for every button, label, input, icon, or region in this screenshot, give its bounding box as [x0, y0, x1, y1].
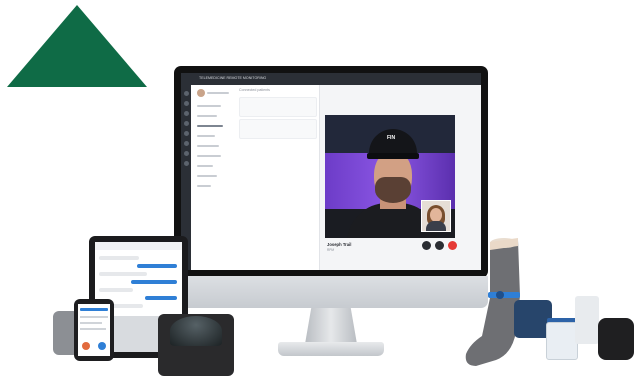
telemedicine-app-window: TELEMEDICINE REMOTE MONITORING Connected… [181, 73, 481, 270]
nav-item[interactable] [207, 92, 229, 94]
inhaler-device [575, 296, 599, 344]
mic-icon[interactable] [435, 241, 444, 250]
chat-bubble [137, 264, 177, 268]
self-view-body [426, 221, 446, 231]
phone-line [80, 316, 108, 318]
triangle-logo [7, 5, 147, 87]
camera-icon[interactable] [422, 241, 431, 250]
tablet-header [95, 242, 182, 250]
chat-bubble [131, 280, 177, 284]
imac-stand [305, 308, 357, 344]
self-view-face [430, 208, 442, 222]
phone-line [80, 322, 102, 324]
phone-button[interactable] [98, 342, 106, 350]
nav-item[interactable] [197, 135, 215, 137]
nav-item[interactable] [197, 145, 219, 147]
avatar[interactable] [197, 89, 205, 97]
nav-icon[interactable] [183, 131, 189, 136]
nav-item[interactable] [197, 115, 217, 117]
nav-icon[interactable] [183, 141, 189, 146]
nav-icon[interactable] [183, 111, 189, 116]
nav-item[interactable] [197, 165, 213, 167]
patient-list-header: Connected patients [239, 88, 270, 92]
hangup-icon[interactable] [448, 241, 457, 250]
nav-icon[interactable] [183, 151, 189, 156]
chat-bubble [99, 256, 139, 260]
cap-logo: FIN [387, 135, 396, 141]
pill-container [546, 322, 578, 360]
nav-item[interactable] [197, 105, 221, 107]
nav-icon[interactable] [183, 91, 189, 96]
patient-card[interactable] [239, 119, 317, 139]
chat-bubble [99, 272, 147, 276]
app-nav-panel [191, 85, 236, 270]
nav-icon[interactable] [183, 121, 189, 126]
caller-subtitle: RPM [327, 248, 335, 252]
imac-chin [174, 276, 488, 308]
video-call-feed: FIN [325, 115, 455, 238]
phone-screen [78, 304, 110, 356]
self-view-thumbnail[interactable] [421, 200, 451, 232]
nav-icon[interactable] [183, 161, 189, 166]
hub-sensor-dome [170, 316, 222, 346]
nav-icon[interactable] [183, 101, 189, 106]
smartwatch [598, 318, 634, 360]
app-title: TELEMEDICINE REMOTE MONITORING [199, 76, 267, 80]
imac-base [278, 342, 384, 356]
phone-button[interactable] [82, 342, 90, 350]
nav-item[interactable] [197, 185, 211, 187]
phone-header-bar [80, 308, 108, 311]
nav-item[interactable] [197, 175, 217, 177]
caller-cap-brim [367, 153, 419, 159]
nav-item[interactable] [197, 155, 221, 157]
chat-bubble [145, 296, 177, 300]
patient-card[interactable] [239, 97, 317, 117]
caller-name: Joseph Trail [327, 242, 352, 247]
chat-bubble [99, 288, 133, 292]
nav-item[interactable] [197, 125, 223, 127]
phone-line [80, 328, 106, 330]
caller-beard [375, 177, 411, 203]
